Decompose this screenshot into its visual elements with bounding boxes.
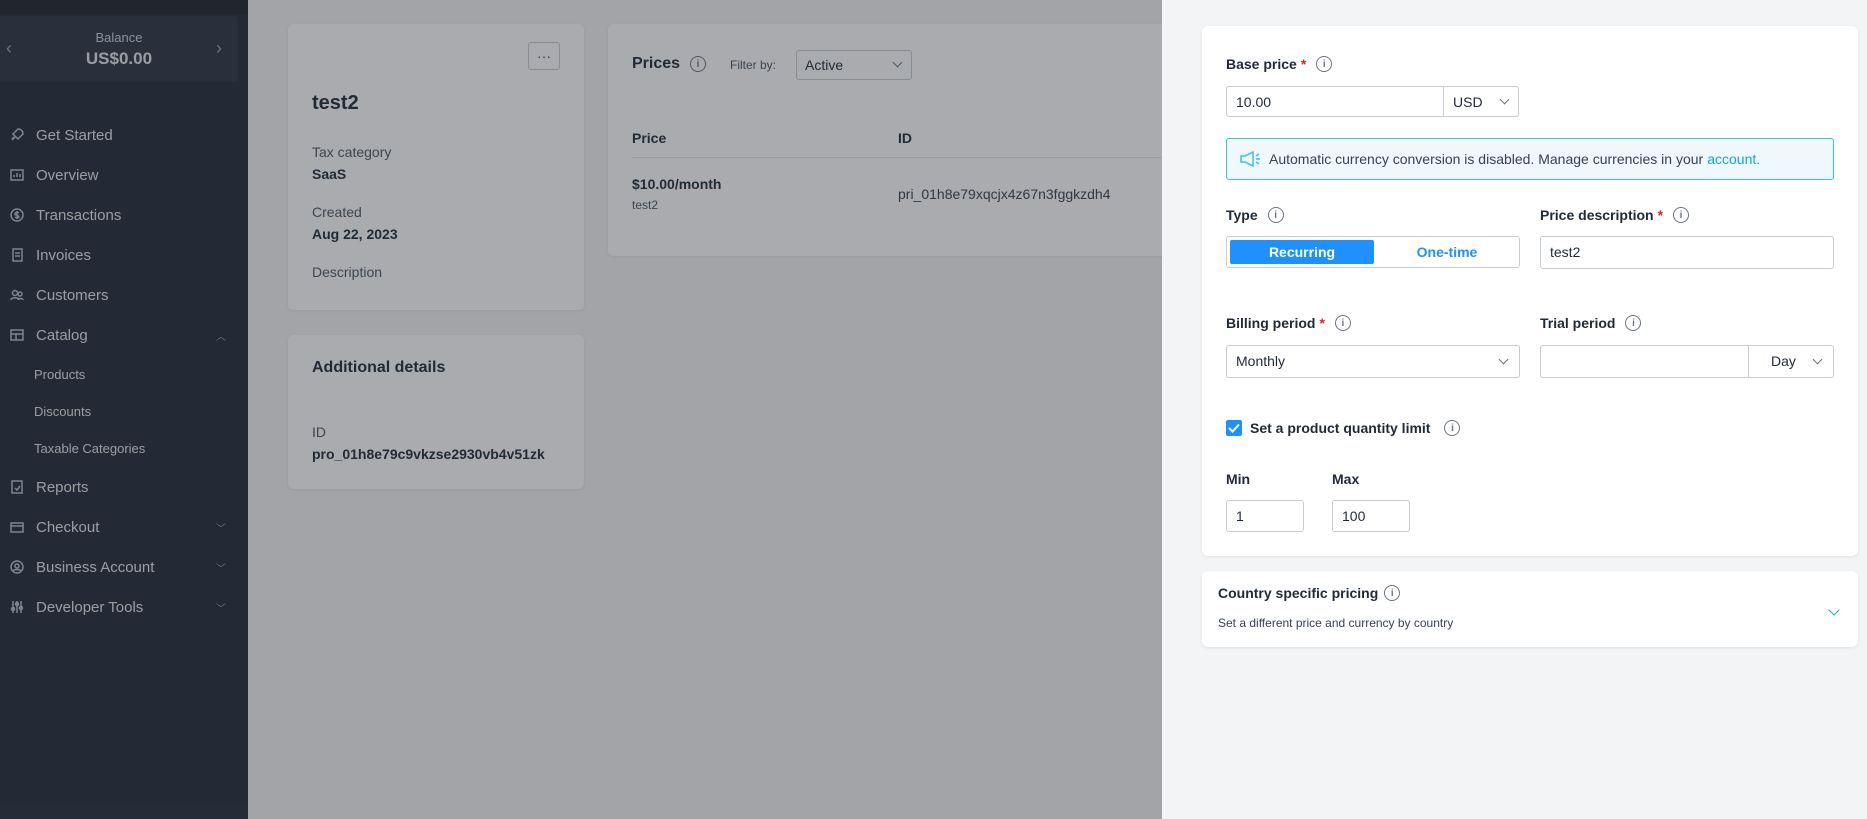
recurring-option[interactable]: Recurring (1230, 240, 1374, 264)
chevron-down-icon (1828, 604, 1840, 616)
required-marker: * (1657, 207, 1664, 223)
chevron-down-icon (1498, 354, 1509, 365)
base-price-label-text: Base price (1226, 56, 1297, 72)
trial-period-label-text: Trial period (1540, 315, 1616, 331)
currency-conversion-alert: Automatic currency conversion is disable… (1226, 138, 1834, 180)
trial-unit-select[interactable]: Day (1748, 345, 1834, 378)
price-description-input[interactable]: test2 (1540, 236, 1834, 269)
info-icon[interactable]: i (1673, 207, 1690, 223)
country-pricing-subtitle: Set a different price and currency by co… (1218, 616, 1454, 630)
price-type-toggle: Recurring One-time (1226, 236, 1520, 268)
country-pricing-title-text: Country specific pricing (1218, 585, 1379, 601)
base-price-input[interactable]: 10.00 (1226, 86, 1444, 117)
max-quantity-input[interactable]: 100 (1332, 500, 1410, 532)
price-description-label: Price description * i (1540, 207, 1690, 223)
type-label-text: Type (1226, 207, 1258, 223)
info-icon[interactable]: i (1334, 315, 1351, 331)
required-marker: * (1300, 56, 1307, 72)
country-pricing-title: Country specific pricing i (1218, 585, 1401, 601)
trial-period-input[interactable] (1540, 345, 1749, 378)
currency-select[interactable]: USD (1443, 86, 1519, 117)
trial-period-label: Trial period i (1540, 315, 1642, 331)
max-label: Max (1332, 471, 1360, 487)
quantity-limit-label: Set a product quantity limit i (1250, 420, 1461, 436)
trial-unit-value: Day (1771, 353, 1796, 369)
min-quantity-input[interactable]: 1 (1226, 500, 1304, 532)
chevron-down-icon (1499, 94, 1510, 105)
info-icon[interactable]: i (1267, 207, 1284, 223)
info-icon[interactable]: i (1316, 56, 1333, 72)
price-edit-panel (1162, 0, 1867, 819)
billing-period-label-text: Billing period (1226, 315, 1316, 331)
one-time-option[interactable]: One-time (1377, 240, 1517, 264)
required-marker: * (1319, 315, 1325, 331)
currency-value: USD (1453, 94, 1483, 110)
price-description-label-text: Price description (1540, 207, 1654, 223)
min-label: Min (1226, 471, 1251, 487)
quantity-limit-label-text: Set a product quantity limit (1250, 420, 1431, 436)
billing-period-select[interactable]: Monthly (1226, 345, 1520, 378)
billing-period-label: Billing period * i (1226, 315, 1351, 331)
chevron-down-icon (1812, 354, 1823, 365)
billing-period-value: Monthly (1236, 353, 1286, 369)
info-icon[interactable]: i (1444, 420, 1461, 436)
expand-chevron[interactable] (1828, 601, 1840, 619)
megaphone-icon (1239, 150, 1261, 171)
checkmark-icon (1228, 423, 1240, 433)
account-link[interactable]: account. (1707, 151, 1760, 167)
quantity-limit-checkbox[interactable] (1226, 420, 1242, 436)
modal-overlay[interactable] (0, 0, 1162, 819)
type-label: Type i (1226, 207, 1284, 223)
alert-text: Automatic currency conversion is disable… (1269, 151, 1704, 167)
base-price-label: Base price * i (1226, 56, 1333, 72)
info-icon[interactable]: i (1384, 585, 1401, 601)
country-specific-pricing-card[interactable]: Country specific pricing i Set a differen… (1202, 571, 1858, 647)
info-icon[interactable]: i (1625, 315, 1642, 331)
